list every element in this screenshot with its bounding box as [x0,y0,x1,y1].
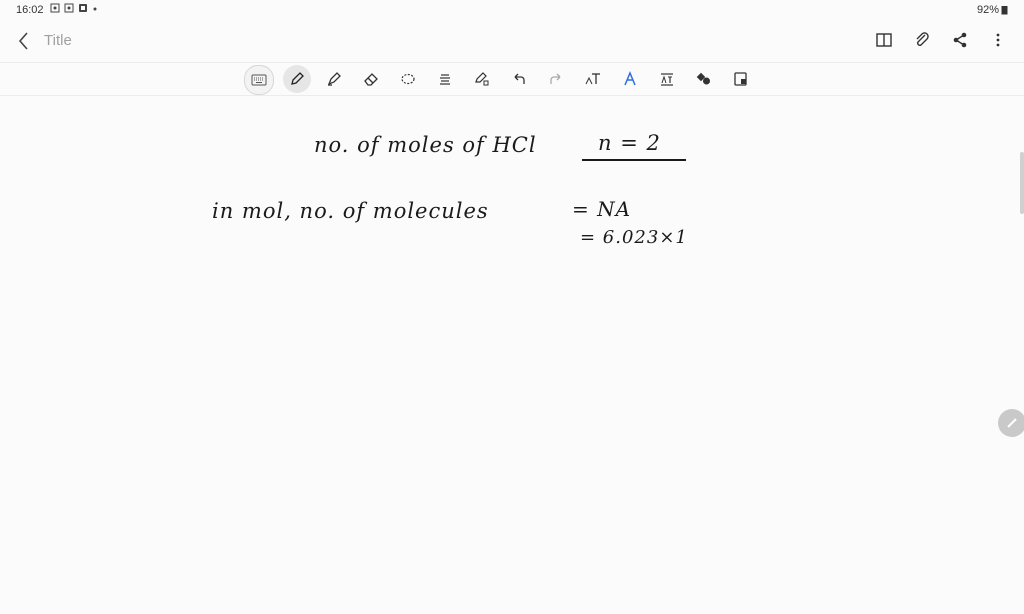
status-bar: 16:02 92% [0,0,1024,20]
pencil-icon [1007,418,1017,428]
paperclip-icon [916,32,929,46]
lasso-icon [401,73,415,85]
note-header: Title [0,22,1024,60]
handwriting-icon [624,71,636,86]
more-vertical-icon [996,33,1000,47]
screen-record-icon [64,3,74,13]
highlighter-tool[interactable] [320,65,348,93]
status-icons [50,3,98,13]
header-actions [872,28,1010,52]
convert-text-icon [661,73,673,86]
undo-icon [514,73,525,84]
image-tool[interactable] [727,65,755,93]
note-canvas[interactable]: no. of moles of HCl n = 2 in mol, no. of… [0,95,1024,614]
undo-button[interactable] [505,65,533,93]
redo-icon [550,73,561,84]
pen-tool[interactable] [283,65,311,93]
share-icon [953,32,967,48]
keyboard-icon [251,74,267,86]
image-icon [734,72,747,86]
toolbar-tools [244,65,755,95]
scrollbar-handle[interactable] [1020,152,1024,214]
keyboard-tool[interactable] [244,65,274,95]
handwriting-tool[interactable] [616,65,644,93]
pen-icon [291,72,304,85]
chevron-left-icon [18,32,28,50]
handwritten-underline [582,159,686,161]
back-button[interactable] [14,28,36,54]
screen-record-icon [50,3,60,13]
more-options-button[interactable] [986,28,1010,52]
handwritten-line-1-value: n = 2 [598,131,661,155]
handwritten-line-3: = 6.023×1 [580,227,688,248]
eraser-icon [364,73,378,86]
lasso-tool[interactable] [394,65,422,93]
handwritten-line-2-value: = NA [572,197,632,221]
shape-pen-icon [475,72,489,86]
redo-button[interactable] [542,65,570,93]
note-title-input[interactable]: Title [44,32,72,49]
highlighter-icon [327,72,341,86]
battery-level: 92% [976,4,999,16]
notification-icon [79,4,87,12]
reading-mode-button[interactable] [872,28,896,52]
share-button[interactable] [948,28,972,52]
text-tool[interactable] [579,65,607,93]
text-icon [585,73,600,85]
eraser-tool[interactable] [357,65,385,93]
text-align-icon [440,74,450,85]
book-icon [876,33,892,47]
status-time: 16:02 [16,4,44,16]
battery-icon [1001,6,1008,15]
status-right: 92% [977,4,1008,16]
shapes-tool[interactable] [690,65,718,93]
handwritten-line-1: no. of moles of HCl [314,133,537,157]
shapes-icon [696,72,710,85]
dot-icon [93,7,97,11]
edit-pen-button[interactable] [998,409,1024,437]
handwritten-line-2: in mol, no. of molecules [212,199,489,223]
drawing-toolbar [0,62,1024,96]
attach-button[interactable] [910,28,934,52]
convert-text-tool[interactable] [653,65,681,93]
shape-pen-tool[interactable] [468,65,496,93]
select-text-tool[interactable] [431,65,459,93]
